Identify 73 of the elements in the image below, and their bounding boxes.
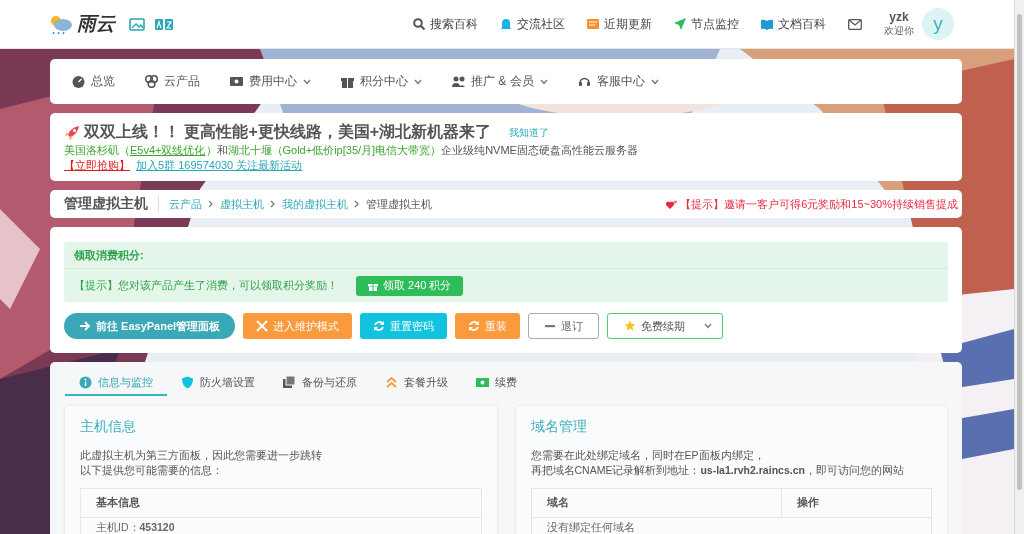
chevron-icon [208,200,214,208]
search-icon [413,18,425,30]
promo-text: 企业级纯NVME固态硬盘高性能云服务器 [441,143,638,158]
promo-link[interactable]: 【立即抢购】 [64,158,130,173]
page-title: 管理虚拟主机 [64,196,159,212]
chevrons-up-icon [385,375,398,389]
card-title: 域名管理 [530,418,588,436]
promo-text: 美国洛杉矶（ [64,143,130,158]
nav-item[interactable]: 费用中心 [230,73,311,90]
money-icon [230,75,243,88]
chevron-icon [270,200,276,208]
header-link[interactable]: 近期更新 [587,15,652,33]
nav-item[interactable]: 积分中心 [341,73,422,90]
shield-icon [181,375,194,389]
tab[interactable]: 套餐升级 [371,370,462,396]
book-icon [761,18,773,30]
field-value: 453120 [139,521,175,533]
nav-item[interactable]: 推广 & 会员 [452,73,548,90]
header-link[interactable]: 节点监控 [674,15,739,33]
header-link[interactable]: 文档百科 [761,15,826,33]
refresh-icon [468,320,481,332]
alert-heading: 领取消费积分: [64,242,948,269]
copy-icon [283,375,296,389]
card-title: 主机信息 [80,418,137,436]
send-icon [674,18,686,30]
description-text: 以下提供您可能需要的信息： [80,463,224,478]
renew-dropdown-button[interactable]: 免费续期 [607,313,724,339]
breadcrumb-current: 管理虚拟主机 [366,196,432,212]
logo-text: 雨云 [77,12,115,36]
column-header: 域名 [545,496,570,510]
greeting-text: 欢迎你 [884,24,914,37]
info-icon [79,375,92,389]
description-text: 再把域名CNAME记录解析到地址：us-la1.rvh2.raincs.cn，即可访问您的网站 [530,463,905,478]
header-link[interactable]: 交流社区 [500,15,565,33]
tools-icon [256,320,269,332]
refresh-icon [373,320,386,332]
announcement-title: 双双上线！！ 更高性能+更快线路，美国+湖北新机器来了 [84,122,492,142]
headset-icon [577,75,591,88]
gauge-icon [72,75,85,88]
newspaper-icon [587,18,599,30]
tab[interactable]: 备份与还原 [269,370,371,396]
action-button[interactable]: 退订 [528,313,600,339]
bell-icon [500,18,512,30]
nav-item[interactable]: 总览 [72,73,115,90]
column-header: 操作 [781,488,931,518]
nav-item[interactable]: 云产品 [145,73,200,90]
empty-message: 没有绑定任何域名 [546,521,635,533]
hearts-icon [666,198,679,210]
scrollbar-thumb[interactable] [1017,14,1022,490]
rocket-icon [64,124,80,141]
star-icon [624,320,637,332]
referral-tip: 【提示】邀请一客户可得6元奖励和15~30%持续销售提成 [680,196,958,212]
description-text: 您需要在此处绑定域名，同时在EP面板内绑定， [530,448,766,463]
mail-icon [848,18,862,30]
header-link[interactable]: 搜索百科 [413,15,478,33]
translate-icon [155,18,173,30]
tab[interactable]: 续费 [462,370,531,396]
promo-text: 和 [216,143,228,158]
chevron-icon [354,200,360,208]
tab[interactable]: 防火墙设置 [167,370,269,396]
nav-item[interactable]: 客服中心 [577,73,659,90]
user-name: yzk [889,11,909,24]
arrow-icon [79,320,91,332]
users-icon [452,75,465,88]
description-text: 此虚拟主机为第三方面板，因此您需要进一步跳转 [80,448,323,463]
money-icon [476,375,489,389]
image-icon [129,17,145,31]
promo-text: ） [205,143,217,158]
logo-icon [48,13,74,35]
promo-text: 湖北十堰（Gold+低价ip[35/月]电信大带宽） [227,143,442,158]
alert-message: 【提示】您对该产品产生了消费，可以领取积分奖励！ [74,278,338,293]
section-heading: 基本信息 [95,496,141,510]
field-label: 主机ID： [96,521,140,533]
